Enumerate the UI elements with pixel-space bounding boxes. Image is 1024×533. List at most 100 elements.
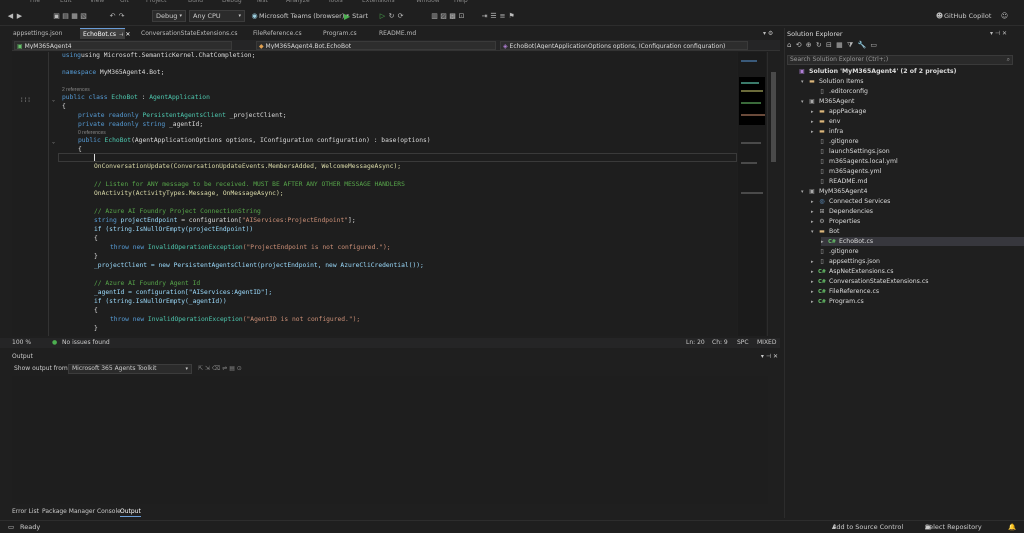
tree-item[interactable]: ▸ ◎ Connected Services bbox=[811, 197, 890, 206]
issues-status[interactable]: No issues found bbox=[62, 338, 110, 348]
chevron-right-icon[interactable]: ▸ bbox=[811, 108, 818, 117]
references-codelens[interactable]: 0 references bbox=[78, 130, 106, 136]
tree-item[interactable]: ▣ Solution 'MyM365Agent4' (2 of 2 project… bbox=[791, 67, 956, 76]
refresh-icon[interactable]: ⟳ bbox=[396, 12, 405, 21]
tab-appsettings[interactable]: appsettings.json bbox=[10, 28, 72, 39]
collapse-icon[interactable]: ⌄ bbox=[52, 97, 55, 103]
chevron-right-icon[interactable]: ▸ bbox=[821, 238, 828, 247]
menu-item-git[interactable]: Git bbox=[120, 0, 129, 4]
code-lens-icon[interactable]: ⁞⁞⁞ bbox=[20, 97, 31, 104]
toolbox-icon[interactable]: ▥ bbox=[430, 12, 439, 21]
tab-readme[interactable]: README.md bbox=[376, 28, 424, 39]
menu-item-extensions[interactable]: Extensions bbox=[362, 0, 395, 4]
panel-controls[interactable]: ▾ ⊣ ✕ bbox=[761, 352, 778, 362]
tab-overflow-icon[interactable]: ▾ ⚙ bbox=[760, 28, 778, 39]
tree-item[interactable]: ▸ ▬ infra bbox=[811, 127, 843, 136]
code-editor[interactable]: ⁞⁞⁞ ⌄ ⌄ usingusing Microsoft.SemanticKer… bbox=[12, 52, 737, 336]
comment-icon[interactable]: ☰ bbox=[489, 12, 498, 21]
tree-item[interactable]: ▾ ▣ M365Agent bbox=[801, 97, 854, 106]
tree-item[interactable]: ▯ m365agents.yml bbox=[811, 167, 881, 176]
menu-item-debug[interactable]: Debug bbox=[222, 0, 242, 4]
solution-explorer-toolbar[interactable]: ⌂ ⟲ ⊕ ↻ ⊟ ▦ ⧩ 🔧 ▭ bbox=[787, 41, 1023, 52]
tab-package-manager-console[interactable]: Package Manager Console bbox=[42, 507, 121, 517]
class-dropdown[interactable]: ◆ MyM365Agent4.Bot.EchoBot bbox=[256, 41, 496, 50]
tab-conversationstate[interactable]: ConversationStateExtensions.cs bbox=[138, 28, 238, 39]
member-dropdown[interactable]: ◈ EchoBot(AgentApplicationOptions option… bbox=[500, 41, 748, 50]
tree-item[interactable]: ▯ m365agents.local.yml bbox=[811, 157, 897, 166]
tree-item[interactable]: ▯ .gitignore bbox=[811, 137, 858, 146]
tree-item[interactable]: ▯ launchSettings.json bbox=[811, 147, 889, 156]
filter-icon[interactable]: ⧩ bbox=[847, 41, 854, 49]
chevron-right-icon[interactable]: ▸ bbox=[811, 268, 818, 277]
tree-item[interactable]: ▸ C# FileReference.cs bbox=[811, 287, 879, 296]
new-item-icon[interactable]: ▣ bbox=[52, 12, 61, 21]
menu-item-test[interactable]: Test bbox=[256, 0, 268, 4]
tree-item[interactable]: ▸ ▯ appsettings.json bbox=[811, 257, 880, 266]
tree-item[interactable]: ▯ README.md bbox=[811, 177, 867, 186]
chevron-right-icon[interactable]: ▸ bbox=[811, 198, 818, 207]
feedback-icon[interactable]: ☺ bbox=[1000, 10, 1009, 22]
panel-controls[interactable]: ▾ ⊣ ✕ bbox=[990, 30, 1007, 37]
tree-item[interactable]: ▸ C# ConversationStateExtensions.cs bbox=[811, 277, 928, 286]
tree-item[interactable]: ▯ .gitignore bbox=[811, 247, 858, 256]
back-icon[interactable]: ◀ bbox=[6, 12, 15, 21]
launch-target[interactable]: ◉ Microsoft Teams (browser) ▾ bbox=[250, 10, 348, 22]
chevron-right-icon[interactable]: ▸ bbox=[811, 288, 818, 297]
menu-item-help[interactable]: Help bbox=[454, 0, 468, 4]
output-scrollbar[interactable] bbox=[769, 376, 779, 504]
menu-item-analyze[interactable]: Analyze bbox=[286, 0, 310, 4]
close-icon[interactable]: ✕ bbox=[125, 31, 130, 38]
tree-item[interactable]: ▯ .editorconfig bbox=[811, 87, 868, 96]
chevron-down-icon[interactable]: ▾ bbox=[811, 228, 818, 237]
tree-item[interactable]: ▾ ▬ Solution Items bbox=[801, 77, 863, 86]
preview-icon[interactable]: ▭ bbox=[870, 41, 878, 49]
platform-dropdown[interactable]: Any CPU ▾ bbox=[189, 10, 245, 22]
nav-back-forward[interactable]: ◀ ▶ bbox=[6, 10, 24, 22]
start-without-debug-icon[interactable]: ▷ bbox=[378, 12, 387, 21]
save-all-icon[interactable]: ▧ bbox=[79, 12, 88, 21]
config-dropdown[interactable]: Debug ▾ bbox=[152, 10, 186, 22]
indent-icon[interactable]: ⇥ bbox=[480, 12, 489, 21]
uncomment-icon[interactable]: ≡ bbox=[498, 12, 507, 21]
scroll-thumb[interactable] bbox=[771, 72, 776, 162]
chevron-right-icon[interactable]: ▸ bbox=[811, 278, 818, 287]
minimap-viewport[interactable] bbox=[739, 77, 765, 125]
show-all-icon[interactable]: ▦ bbox=[836, 41, 844, 49]
solution-search-input[interactable]: Search Solution Explorer (Ctrl+;) ⌕ bbox=[787, 55, 1013, 65]
tree-item[interactable]: ▸ C# EchoBot.cs bbox=[821, 237, 1024, 246]
pending-changes-icon[interactable]: ⊕ bbox=[806, 41, 813, 49]
output-tools[interactable]: ⇱ ⇲ ⌫ ⇌ ▤ ⊙ bbox=[198, 363, 242, 375]
zoom-level[interactable]: 100 % bbox=[12, 338, 31, 348]
editor-vertical-scrollbar[interactable] bbox=[767, 52, 779, 336]
char-number[interactable]: Ch: 9 bbox=[712, 338, 728, 348]
chevron-right-icon[interactable]: ▸ bbox=[811, 258, 818, 267]
menu-item-file[interactable]: File bbox=[30, 0, 40, 4]
forward-icon[interactable]: ▶ bbox=[15, 12, 24, 21]
menu-item-view[interactable]: View bbox=[90, 0, 104, 4]
chevron-down-icon[interactable]: ▾ bbox=[801, 188, 808, 197]
save-icon[interactable]: ▦ bbox=[70, 12, 79, 21]
menu-item-build[interactable]: Build bbox=[188, 0, 203, 4]
menu-item-edit[interactable]: Edit bbox=[60, 0, 72, 4]
tree-item[interactable]: ▸ C# Program.cs bbox=[811, 297, 864, 306]
output-text-area[interactable] bbox=[12, 376, 768, 504]
pin-icon[interactable]: ⊣ bbox=[119, 32, 123, 38]
line-number[interactable]: Ln: 20 bbox=[686, 338, 705, 348]
bookmark-flag-icon[interactable]: ⚑ bbox=[507, 12, 516, 21]
chevron-down-icon[interactable]: ▾ bbox=[801, 78, 808, 87]
menu-item-window[interactable]: Window bbox=[416, 0, 440, 4]
tree-item[interactable]: ▸ ▬ appPackage bbox=[811, 107, 866, 116]
wrench-icon[interactable]: 🔧 bbox=[857, 41, 867, 49]
tree-item[interactable]: ▸ C# AspNetExtensions.cs bbox=[811, 267, 893, 276]
home-icon[interactable]: ⌂ bbox=[787, 41, 792, 49]
collapse-icon[interactable]: ⌄ bbox=[52, 139, 55, 145]
start-button[interactable]: ▶ Start bbox=[344, 10, 368, 22]
copilot-button[interactable]: ☻ GitHub Copilot bbox=[935, 10, 992, 22]
tree-item[interactable]: ▸ ▬ env bbox=[811, 117, 840, 126]
notifications-icon[interactable]: 🔔 bbox=[1008, 521, 1016, 533]
collapse-all-icon[interactable]: ⊟ bbox=[826, 41, 833, 49]
chevron-down-icon[interactable]: ▾ bbox=[801, 98, 808, 107]
chevron-right-icon[interactable]: ▸ bbox=[811, 208, 818, 217]
tree-item[interactable]: ▾ ▬ Bot bbox=[811, 227, 839, 236]
property-icon[interactable]: ▨ bbox=[439, 12, 448, 21]
